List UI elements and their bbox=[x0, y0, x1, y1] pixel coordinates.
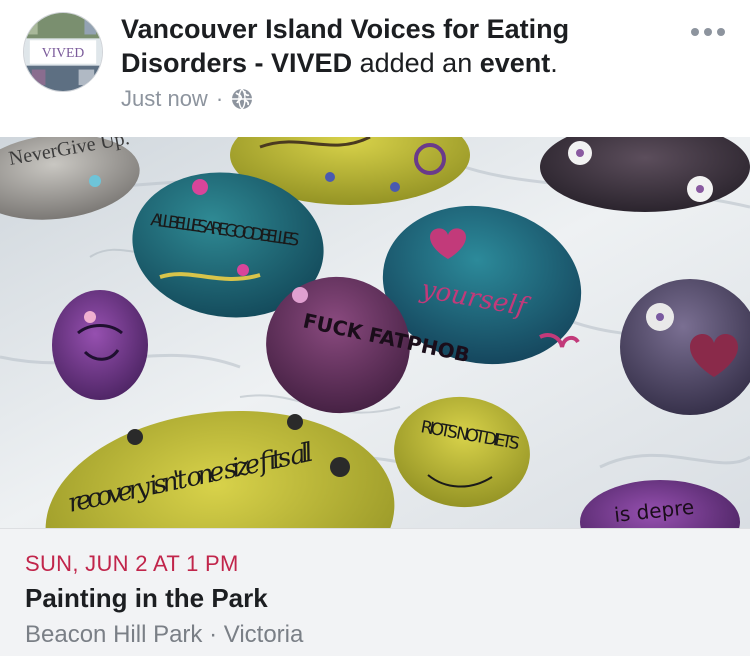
rock-purple-left bbox=[52, 290, 148, 400]
page-avatar[interactable]: VIVED bbox=[23, 12, 103, 92]
post-meta: Just now · bbox=[121, 86, 253, 112]
timestamp[interactable]: Just now bbox=[121, 86, 208, 112]
vived-logo-icon: VIVED bbox=[24, 13, 102, 91]
action-end: . bbox=[550, 48, 558, 78]
svg-text:VIVED: VIVED bbox=[42, 45, 85, 60]
event-cover-image[interactable]: NeverGive Up. ALL BELLIES ARE GOOD BELLI… bbox=[0, 137, 750, 528]
post-header: VIVED Vancouver Island Voices for Eating… bbox=[0, 0, 750, 137]
event-location: Beacon Hill Park · Victoria bbox=[25, 621, 304, 648]
post-headline: Vancouver Island Voices for Eating Disor… bbox=[121, 12, 641, 80]
event-info-card[interactable]: SUN, JUN 2 AT 1 PM Painting in the Park … bbox=[0, 528, 750, 656]
event-link[interactable]: event bbox=[480, 48, 551, 78]
event-title[interactable]: Painting in the Park bbox=[25, 583, 268, 614]
event-date: SUN, JUN 2 AT 1 PM bbox=[25, 551, 239, 576]
meta-separator: · bbox=[215, 86, 224, 111]
action-text: added an bbox=[359, 48, 473, 78]
more-options-icon[interactable] bbox=[688, 20, 728, 44]
globe-icon[interactable] bbox=[231, 88, 253, 110]
painted-rocks-photo: NeverGive Up. ALL BELLIES ARE GOOD BELLI… bbox=[0, 137, 750, 528]
